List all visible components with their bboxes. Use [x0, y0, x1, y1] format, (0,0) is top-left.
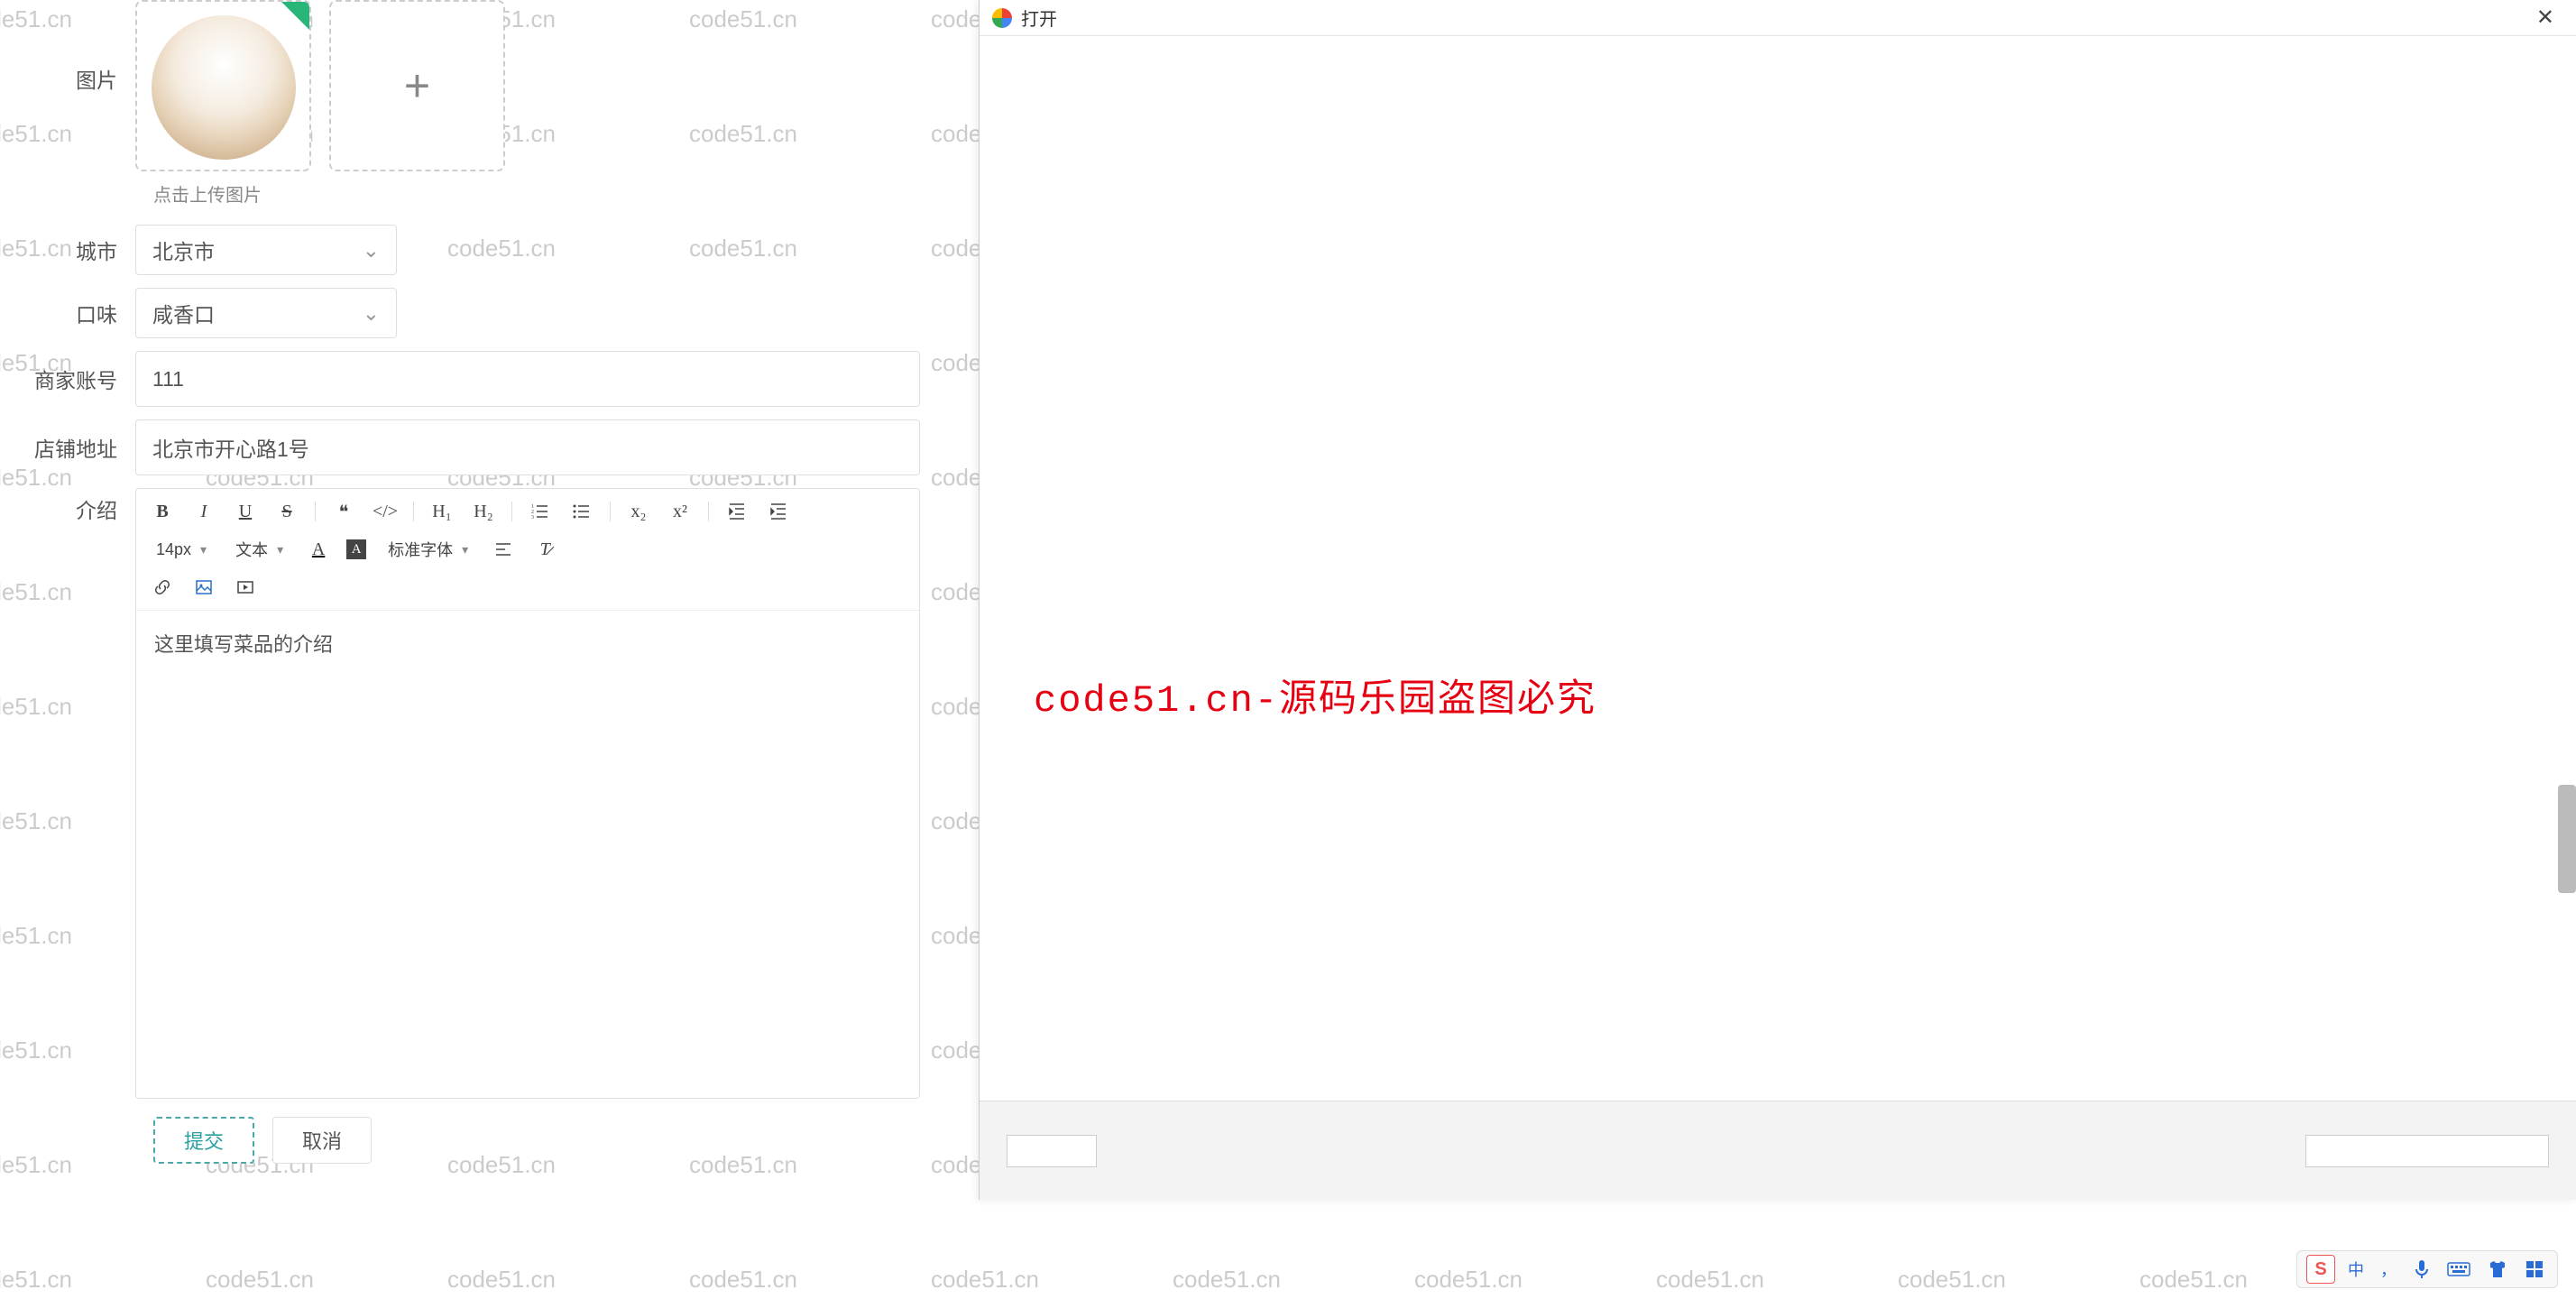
chevron-down-icon: ⌄: [363, 301, 380, 326]
label-shop-address: 店铺地址: [18, 432, 135, 463]
dialog-titlebar: 打开 ✕: [980, 0, 2576, 36]
sogou-ime-icon[interactable]: S: [2306, 1255, 2335, 1284]
taste-value: 咸香口: [152, 298, 215, 328]
submit-button[interactable]: 提交: [153, 1117, 254, 1164]
link-button[interactable]: [149, 574, 176, 601]
editor-content[interactable]: 这里填写菜品的介绍: [136, 611, 919, 1098]
file-open-dialog: 打开 ✕ code51.cn-源码乐园盗图必究: [979, 0, 2576, 1200]
subscript-button[interactable]: x₂: [625, 498, 652, 525]
add-image-button[interactable]: +: [329, 0, 505, 171]
dialog-title: 打开: [1021, 5, 2527, 31]
h2-button[interactable]: H₂: [470, 498, 497, 525]
font-size-select[interactable]: 14px: [149, 540, 214, 559]
close-button[interactable]: ✕: [2527, 5, 2563, 31]
dialog-body: code51.cn-源码乐园盗图必究: [980, 36, 2576, 1101]
code-button[interactable]: </>: [372, 498, 399, 525]
label-city: 城市: [18, 235, 135, 265]
background-color-button[interactable]: A: [346, 539, 366, 559]
scrollbar[interactable]: [2558, 785, 2576, 893]
font-family-select[interactable]: 标准字体: [381, 538, 475, 561]
ime-punctuation-toggle[interactable]: ，: [2377, 1256, 2400, 1283]
upload-hint: 点击上传图片: [153, 180, 938, 207]
cancel-button[interactable]: 取消: [272, 1117, 372, 1164]
filename-input[interactable]: [1007, 1135, 1097, 1167]
uploaded-image-thumb[interactable]: [135, 0, 311, 171]
rich-text-editor: B I U S ❝ </> H₁ H₂ 123: [135, 488, 920, 1099]
superscript-button[interactable]: x²: [667, 498, 694, 525]
blockquote-button[interactable]: ❝: [330, 498, 357, 525]
dish-form: 图片 + 点击上传图片 城市 北京市 ⌄ 口味 咸香口 ⌄ 商家账号 店铺地址: [0, 0, 956, 1164]
label-taste: 口味: [18, 298, 135, 328]
text-color-button[interactable]: A: [305, 536, 332, 563]
text-style-select[interactable]: 文本: [228, 538, 290, 561]
editor-toolbar: B I U S ❝ </> H₁ H₂ 123: [136, 489, 919, 611]
indent-button[interactable]: [765, 498, 792, 525]
label-intro: 介绍: [18, 493, 135, 524]
shop-address-input[interactable]: [135, 419, 920, 475]
svg-text:3: 3: [531, 515, 534, 521]
strike-button[interactable]: S: [273, 498, 300, 525]
italic-button[interactable]: I: [190, 498, 217, 525]
ime-voice-icon[interactable]: [2409, 1257, 2434, 1282]
filetype-select[interactable]: [2305, 1135, 2549, 1167]
check-corner-icon: [280, 0, 311, 32]
taste-select[interactable]: 咸香口 ⌄: [135, 288, 397, 338]
image-button[interactable]: [190, 574, 217, 601]
unordered-list-button[interactable]: [568, 498, 595, 525]
ime-language-toggle[interactable]: 中: [2344, 1256, 2368, 1283]
video-button[interactable]: [232, 574, 259, 601]
city-value: 北京市: [152, 235, 215, 265]
ordered-list-button[interactable]: 123: [527, 498, 554, 525]
ime-toolbar: S 中 ，: [2296, 1250, 2558, 1288]
city-select[interactable]: 北京市 ⌄: [135, 225, 397, 275]
ime-skin-icon[interactable]: [2483, 1258, 2512, 1281]
bold-button[interactable]: B: [149, 498, 176, 525]
label-image: 图片: [18, 63, 135, 94]
underline-button[interactable]: U: [232, 498, 259, 525]
clear-format-button[interactable]: T̷: [531, 536, 558, 563]
chevron-down-icon: ⌄: [363, 238, 380, 263]
dialog-watermark-text: code51.cn-源码乐园盗图必究: [1034, 668, 1596, 723]
chrome-icon: [992, 8, 1012, 28]
plus-icon: +: [404, 60, 430, 112]
merchant-account-input[interactable]: [135, 351, 920, 407]
dialog-footer: [980, 1101, 2576, 1200]
h1-button[interactable]: H₁: [428, 498, 455, 525]
label-merchant-account: 商家账号: [18, 364, 135, 394]
align-button[interactable]: [490, 536, 517, 563]
outdent-button[interactable]: [723, 498, 750, 525]
ime-keyboard-icon[interactable]: [2443, 1258, 2474, 1280]
ime-toolbox-icon[interactable]: [2521, 1258, 2548, 1281]
